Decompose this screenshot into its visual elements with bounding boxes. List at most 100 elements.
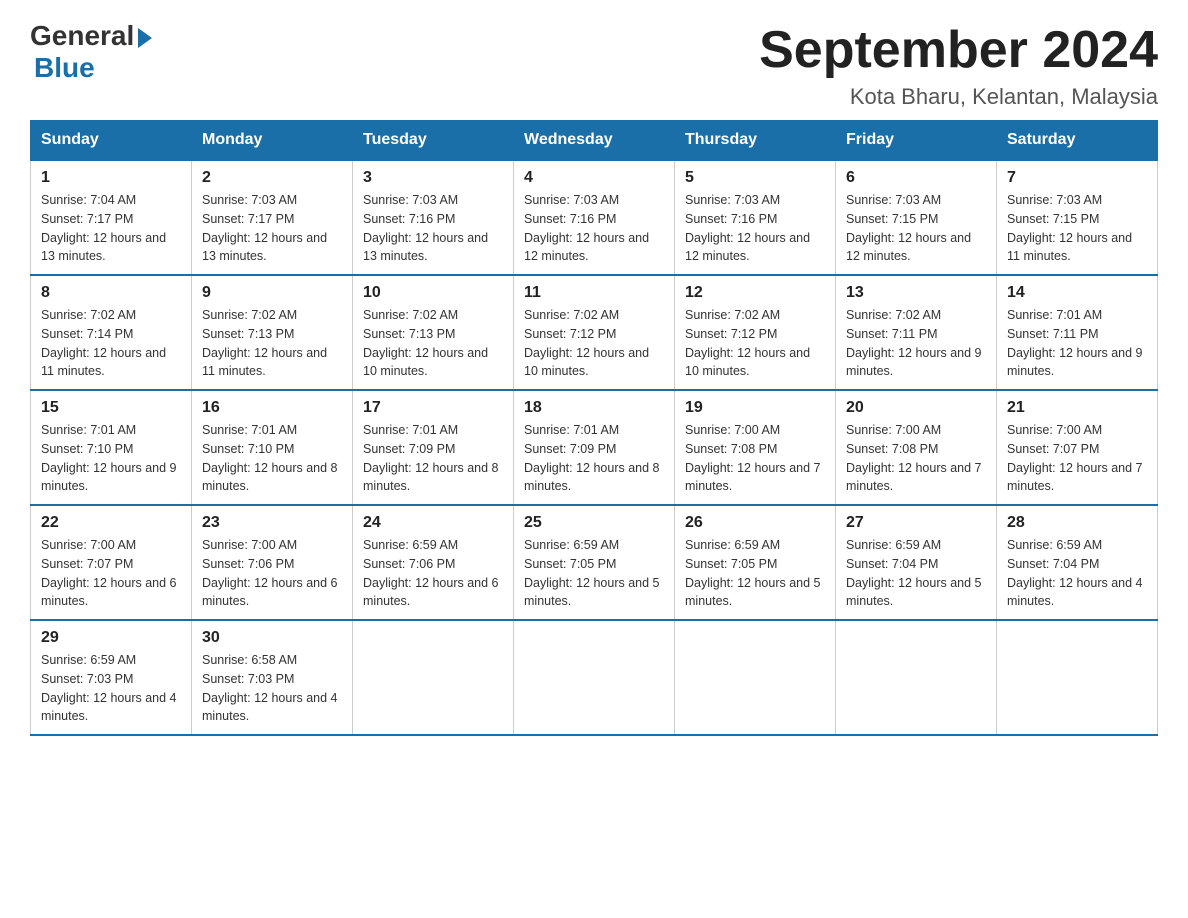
day-info: Sunrise: 7:00 AMSunset: 7:08 PMDaylight:… — [685, 421, 825, 496]
calendar-cell: 18 Sunrise: 7:01 AMSunset: 7:09 PMDayligh… — [514, 390, 675, 505]
day-number: 24 — [363, 514, 503, 532]
day-number: 20 — [846, 399, 986, 417]
day-number: 30 — [202, 629, 342, 647]
day-number: 14 — [1007, 284, 1147, 302]
day-info: Sunrise: 7:01 AMSunset: 7:10 PMDaylight:… — [202, 421, 342, 496]
day-info: Sunrise: 6:59 AMSunset: 7:04 PMDaylight:… — [846, 536, 986, 611]
day-number: 27 — [846, 514, 986, 532]
day-number: 22 — [41, 514, 181, 532]
day-info: Sunrise: 7:01 AMSunset: 7:10 PMDaylight:… — [41, 421, 181, 496]
calendar-cell: 24 Sunrise: 6:59 AMSunset: 7:06 PMDayligh… — [353, 505, 514, 620]
day-info: Sunrise: 7:02 AMSunset: 7:13 PMDaylight:… — [202, 306, 342, 381]
day-number: 4 — [524, 169, 664, 187]
day-info: Sunrise: 6:59 AMSunset: 7:06 PMDaylight:… — [363, 536, 503, 611]
calendar-cell: 13 Sunrise: 7:02 AMSunset: 7:11 PMDayligh… — [836, 275, 997, 390]
calendar-subtitle: Kota Bharu, Kelantan, Malaysia — [759, 84, 1158, 110]
calendar-cell: 6Sunrise: 7:03 AMSunset: 7:15 PMDaylight… — [836, 160, 997, 275]
day-number: 29 — [41, 629, 181, 647]
day-info: Sunrise: 6:59 AMSunset: 7:05 PMDaylight:… — [685, 536, 825, 611]
calendar-cell: 12Sunrise: 7:02 AMSunset: 7:12 PMDayligh… — [675, 275, 836, 390]
day-info: Sunrise: 7:00 AMSunset: 7:08 PMDaylight:… — [846, 421, 986, 496]
day-number: 9 — [202, 284, 342, 302]
calendar-cell: 1 Sunrise: 7:04 AMSunset: 7:17 PMDaylight… — [31, 160, 192, 275]
title-section: September 2024 Kota Bharu, Kelantan, Mal… — [759, 20, 1158, 110]
header-friday: Friday — [836, 121, 997, 161]
calendar-cell: 9 Sunrise: 7:02 AMSunset: 7:13 PMDaylight… — [192, 275, 353, 390]
day-number: 1 — [41, 169, 181, 187]
day-info: Sunrise: 7:03 AMSunset: 7:16 PMDaylight:… — [685, 191, 825, 266]
calendar-cell: 4 Sunrise: 7:03 AMSunset: 7:16 PMDaylight… — [514, 160, 675, 275]
calendar-cell: 28 Sunrise: 6:59 AMSunset: 7:04 PMDayligh… — [997, 505, 1158, 620]
calendar-cell — [997, 620, 1158, 735]
header-wednesday: Wednesday — [514, 121, 675, 161]
calendar-cell: 3 Sunrise: 7:03 AMSunset: 7:16 PMDaylight… — [353, 160, 514, 275]
calendar-cell: 19 Sunrise: 7:00 AMSunset: 7:08 PMDayligh… — [675, 390, 836, 505]
calendar-cell: 5 Sunrise: 7:03 AMSunset: 7:16 PMDaylight… — [675, 160, 836, 275]
day-info: Sunrise: 7:04 AMSunset: 7:17 PMDaylight:… — [41, 191, 181, 266]
calendar-cell: 15 Sunrise: 7:01 AMSunset: 7:10 PMDayligh… — [31, 390, 192, 505]
day-info: Sunrise: 7:01 AMSunset: 7:11 PMDaylight:… — [1007, 306, 1147, 381]
header-monday: Monday — [192, 121, 353, 161]
calendar-cell — [514, 620, 675, 735]
day-number: 11 — [524, 284, 664, 302]
day-number: 18 — [524, 399, 664, 417]
header-saturday: Saturday — [997, 121, 1158, 161]
calendar-cell: 29Sunrise: 6:59 AMSunset: 7:03 PMDayligh… — [31, 620, 192, 735]
calendar-cell: 7Sunrise: 7:03 AMSunset: 7:15 PMDaylight… — [997, 160, 1158, 275]
logo: General Blue — [30, 20, 152, 84]
day-number: 3 — [363, 169, 503, 187]
page-header: General Blue September 2024 Kota Bharu, … — [30, 20, 1158, 110]
day-info: Sunrise: 7:02 AMSunset: 7:13 PMDaylight:… — [363, 306, 503, 381]
calendar-cell: 20 Sunrise: 7:00 AMSunset: 7:08 PMDayligh… — [836, 390, 997, 505]
calendar-cell: 11 Sunrise: 7:02 AMSunset: 7:12 PMDayligh… — [514, 275, 675, 390]
day-info: Sunrise: 7:00 AMSunset: 7:07 PMDaylight:… — [1007, 421, 1147, 496]
day-info: Sunrise: 7:03 AMSunset: 7:15 PMDaylight:… — [1007, 191, 1147, 266]
day-info: Sunrise: 7:01 AMSunset: 7:09 PMDaylight:… — [524, 421, 664, 496]
day-number: 10 — [363, 284, 503, 302]
header-sunday: Sunday — [31, 121, 192, 161]
calendar-cell: 17 Sunrise: 7:01 AMSunset: 7:09 PMDayligh… — [353, 390, 514, 505]
day-number: 25 — [524, 514, 664, 532]
day-info: Sunrise: 6:58 AMSunset: 7:03 PMDaylight:… — [202, 651, 342, 726]
day-number: 19 — [685, 399, 825, 417]
calendar-cell: 25 Sunrise: 6:59 AMSunset: 7:05 PMDayligh… — [514, 505, 675, 620]
day-number: 17 — [363, 399, 503, 417]
day-number: 15 — [41, 399, 181, 417]
day-info: Sunrise: 7:03 AMSunset: 7:17 PMDaylight:… — [202, 191, 342, 266]
day-number: 13 — [846, 284, 986, 302]
day-number: 23 — [202, 514, 342, 532]
day-info: Sunrise: 6:59 AMSunset: 7:04 PMDaylight:… — [1007, 536, 1147, 611]
calendar-table: SundayMondayTuesdayWednesdayThursdayFrid… — [30, 120, 1158, 736]
day-info: Sunrise: 6:59 AMSunset: 7:05 PMDaylight:… — [524, 536, 664, 611]
logo-text-general: General — [30, 20, 134, 52]
calendar-cell: 27 Sunrise: 6:59 AMSunset: 7:04 PMDayligh… — [836, 505, 997, 620]
day-info: Sunrise: 7:02 AMSunset: 7:12 PMDaylight:… — [524, 306, 664, 381]
calendar-cell: 26 Sunrise: 6:59 AMSunset: 7:05 PMDayligh… — [675, 505, 836, 620]
day-number: 28 — [1007, 514, 1147, 532]
calendar-header-row: SundayMondayTuesdayWednesdayThursdayFrid… — [31, 121, 1158, 161]
day-info: Sunrise: 7:03 AMSunset: 7:16 PMDaylight:… — [524, 191, 664, 266]
calendar-week-row: 15 Sunrise: 7:01 AMSunset: 7:10 PMDayligh… — [31, 390, 1158, 505]
day-number: 16 — [202, 399, 342, 417]
header-tuesday: Tuesday — [353, 121, 514, 161]
calendar-cell: 21Sunrise: 7:00 AMSunset: 7:07 PMDayligh… — [997, 390, 1158, 505]
day-info: Sunrise: 7:03 AMSunset: 7:15 PMDaylight:… — [846, 191, 986, 266]
calendar-cell: 16 Sunrise: 7:01 AMSunset: 7:10 PMDayligh… — [192, 390, 353, 505]
day-number: 26 — [685, 514, 825, 532]
calendar-cell: 10 Sunrise: 7:02 AMSunset: 7:13 PMDayligh… — [353, 275, 514, 390]
calendar-week-row: 1 Sunrise: 7:04 AMSunset: 7:17 PMDaylight… — [31, 160, 1158, 275]
logo-arrow-icon — [138, 28, 152, 48]
day-info: Sunrise: 7:02 AMSunset: 7:11 PMDaylight:… — [846, 306, 986, 381]
day-number: 5 — [685, 169, 825, 187]
calendar-week-row: 29Sunrise: 6:59 AMSunset: 7:03 PMDayligh… — [31, 620, 1158, 735]
header-thursday: Thursday — [675, 121, 836, 161]
day-info: Sunrise: 7:03 AMSunset: 7:16 PMDaylight:… — [363, 191, 503, 266]
calendar-title: September 2024 — [759, 20, 1158, 80]
day-info: Sunrise: 7:00 AMSunset: 7:06 PMDaylight:… — [202, 536, 342, 611]
calendar-cell: 8Sunrise: 7:02 AMSunset: 7:14 PMDaylight… — [31, 275, 192, 390]
day-info: Sunrise: 7:02 AMSunset: 7:14 PMDaylight:… — [41, 306, 181, 381]
day-info: Sunrise: 7:00 AMSunset: 7:07 PMDaylight:… — [41, 536, 181, 611]
day-number: 2 — [202, 169, 342, 187]
day-info: Sunrise: 7:01 AMSunset: 7:09 PMDaylight:… — [363, 421, 503, 496]
day-number: 12 — [685, 284, 825, 302]
